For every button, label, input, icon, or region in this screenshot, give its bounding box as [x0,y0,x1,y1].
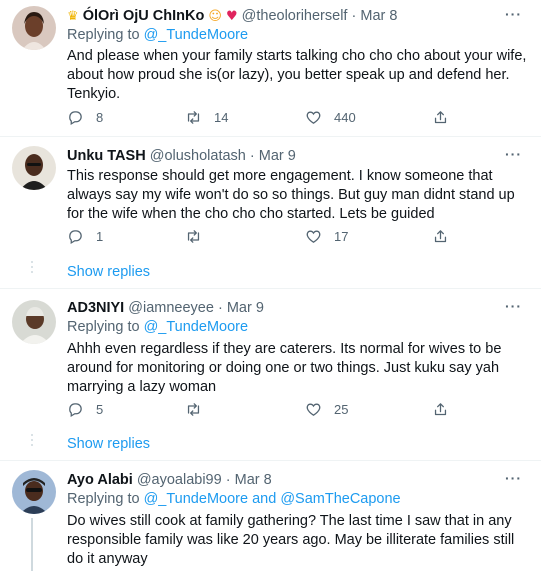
share-button[interactable] [432,399,449,419]
replying-to-label: Replying to [67,491,140,507]
heart-icon [306,230,321,243]
timestamp[interactable]: Mar 9 [227,300,264,316]
replying-to: Replying to @_TundeMoore [67,317,248,337]
divider [0,460,541,461]
retweet-icon [187,110,200,124]
avatar[interactable] [12,146,56,190]
thread-dots [31,261,34,276]
handle[interactable]: @olusholatash [150,148,246,164]
timestamp[interactable]: Mar 8 [360,8,397,24]
replying-to: Replying to @_TundeMoore [67,25,248,45]
retweet-count: 14 [214,109,229,125]
share-icon [434,229,447,242]
replying-to-label: Replying to [67,27,140,43]
more-options-icon[interactable]: ··· [505,470,522,486]
heart-emoji-icon: ♥ [225,9,238,24]
reply-count: 1 [96,228,104,244]
retweet-button[interactable] [185,226,202,246]
heart-icon [306,403,321,416]
separator-dot: · [225,472,231,488]
reply-icon [69,110,82,125]
mention-link[interactable]: @_TundeMoore [144,491,248,507]
reply-button[interactable]: 1 [67,226,103,246]
show-replies-link[interactable]: Show replies [67,436,150,452]
divider [0,288,541,289]
reply-button[interactable]: 5 [67,399,103,419]
display-name[interactable]: ÓlOrì OjU ChInKo [83,8,205,24]
thread-dots [31,434,34,449]
avatar[interactable] [12,470,56,514]
retweet-button[interactable]: 14 [185,107,228,127]
mention-link[interactable]: @_TundeMoore [144,319,248,335]
like-count: 440 [334,109,356,125]
handle[interactable]: @iamneeyee [128,300,214,316]
replying-to-label: Replying to [67,319,140,335]
tweet-text: And please when your family starts talki… [67,48,527,102]
more-options-icon[interactable]: ··· [505,6,522,22]
retweet-icon [187,229,200,243]
timestamp[interactable]: Mar 9 [259,148,296,164]
reply-icon [69,229,82,244]
separator-dot: · [217,300,223,316]
tweet-text: Ahhh even regardless if they are caterer… [67,341,502,395]
share-icon [434,402,447,415]
like-button[interactable]: 17 [305,226,348,246]
tweet-header: AD3NIYI @iamneeyee · Mar 9 [67,298,264,318]
mention-link[interactable]: @_TundeMoore [144,27,248,43]
tweet-header: Ayo Alabi @ayoalabi99 · Mar 8 [67,470,272,490]
display-name[interactable]: Ayo Alabi [67,472,133,488]
smiling-face-with-hearts-icon: ☺ [208,9,222,24]
share-button[interactable] [432,107,449,127]
avatar[interactable] [12,6,56,50]
mention-link[interactable]: @SamTheCapone [280,491,400,507]
display-name[interactable]: AD3NIYI [67,300,124,316]
tweet-text: This response should get more engagement… [67,168,515,222]
share-icon [434,110,447,123]
separator-dot: · [249,148,255,164]
display-name[interactable]: Unku TASH [67,148,146,164]
show-replies-link[interactable]: Show replies [67,264,150,280]
handle[interactable]: @ayoalabi99 [137,472,222,488]
more-options-icon[interactable]: ··· [505,298,522,314]
more-options-icon[interactable]: ··· [505,146,522,162]
tweet-header: Unku TASH @olusholatash · Mar 9 [67,146,296,166]
like-count: 17 [334,228,349,244]
avatar[interactable] [12,300,56,344]
reply-icon [69,402,82,417]
timestamp[interactable]: Mar 8 [235,472,272,488]
like-count: 25 [334,401,349,417]
retweet-button[interactable] [185,399,202,419]
replying-to: Replying to @_TundeMoore and @SamTheCapo… [67,489,401,509]
crown-icon: ♛ [67,9,79,24]
heart-icon [306,111,321,124]
retweet-icon [187,402,200,416]
like-button[interactable]: 25 [305,399,348,419]
tweet-header: ♛ ÓlOrì OjU ChInKo ☺ ♥ @theoloriherself … [67,6,397,27]
divider [0,136,541,137]
reply-button[interactable]: 8 [67,107,103,127]
share-button[interactable] [432,226,449,246]
reply-count: 5 [96,401,104,417]
reply-count: 8 [96,109,104,125]
like-button[interactable]: 440 [305,107,356,127]
tweet-text: Do wives still cook at family gathering?… [67,513,515,567]
replying-joiner: and [252,491,277,507]
separator-dot: · [351,8,357,24]
handle[interactable]: @theoloriherself [242,8,348,24]
thread-line [31,518,33,571]
